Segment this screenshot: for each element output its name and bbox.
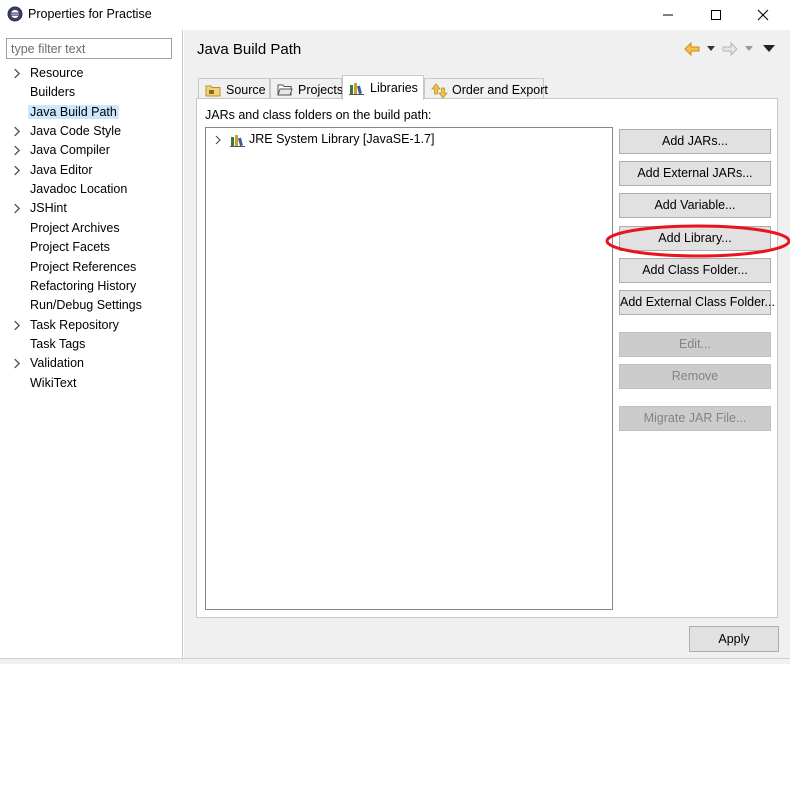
jre-library-icon <box>230 135 245 147</box>
edit-button[interactable]: Edit... <box>619 332 771 357</box>
dialog-bottom-edge <box>0 658 790 664</box>
sidebar-item-label: Project Facets <box>30 240 110 255</box>
close-icon <box>757 9 769 21</box>
sidebar-item-label: Java Editor <box>30 162 93 177</box>
source-folder-icon <box>205 85 221 97</box>
title-bar: Properties for Practise <box>0 0 790 30</box>
sidebar-item-java-editor[interactable]: Java Editor <box>0 161 182 180</box>
add-variable-button[interactable]: Add Variable... <box>619 193 771 218</box>
sidebar-item-label: Builders <box>30 85 76 100</box>
chevron-right-icon[interactable] <box>13 320 22 331</box>
add-class-folder-button[interactable]: Add Class Folder... <box>619 258 771 283</box>
sidebar-item-label: WikiText <box>30 375 77 390</box>
tab-label: Projects <box>298 83 344 97</box>
minimize-icon <box>663 14 673 16</box>
filter-input[interactable] <box>6 38 172 59</box>
sidebar-item-label: Java Compiler <box>30 143 110 158</box>
sidebar-item-task-repository[interactable]: Task Repository <box>0 316 182 335</box>
library-label: JRE System Library [JavaSE-1.7] <box>249 132 435 146</box>
sidebar-item-resource[interactable]: Resource <box>0 64 182 83</box>
migrate-jar-button[interactable]: Migrate JAR File... <box>619 406 771 431</box>
sidebar-item-label: Task Tags <box>30 336 86 351</box>
minimize-button[interactable] <box>645 0 691 30</box>
sidebar-item-wikitext[interactable]: WikiText <box>0 374 182 393</box>
sidebar-item-label: Validation <box>30 356 84 371</box>
forward-dropdown-icon <box>745 46 753 51</box>
sidebar-item-label: Project References <box>30 259 137 274</box>
tab-label: Source <box>226 83 266 97</box>
sidebar-item-validation[interactable]: Validation <box>0 354 182 373</box>
chevron-right-icon[interactable] <box>13 126 22 137</box>
sidebar-item-label: Project Archives <box>30 220 120 235</box>
add-library-button[interactable]: Add Library... <box>619 226 771 251</box>
properties-dialog: Properties for Practise Resource Builders… <box>0 0 790 664</box>
sidebar-item-label: Java Code Style <box>30 124 122 139</box>
sidebar-item-label: JSHint <box>30 201 67 216</box>
back-arrow-icon[interactable] <box>684 42 700 56</box>
maximize-icon <box>711 10 721 20</box>
sidebar-item-project-references[interactable]: Project References <box>0 258 182 277</box>
sidebar-item-label: Run/Debug Settings <box>30 298 142 313</box>
tab-source[interactable]: Source <box>198 78 270 100</box>
chevron-right-icon[interactable] <box>13 145 22 156</box>
remove-button[interactable]: Remove <box>619 364 771 389</box>
order-export-icon <box>431 83 448 99</box>
sidebar-item-label: Javadoc Location <box>30 182 128 197</box>
tab-label: Order and Export <box>452 83 548 97</box>
sidebar-item-refactoring-history[interactable]: Refactoring History <box>0 277 182 296</box>
add-jars-button[interactable]: Add JARs... <box>619 129 771 154</box>
tab-libraries[interactable]: Libraries <box>342 75 424 100</box>
libraries-icon <box>349 83 364 95</box>
sidebar-item-jshint[interactable]: JSHint <box>0 199 182 218</box>
sidebar-item-label: Refactoring History <box>30 278 137 293</box>
page-content-pane: Java Build Path Source Projects Librarie… <box>184 30 790 658</box>
chevron-right-icon[interactable] <box>13 358 22 369</box>
chevron-right-icon[interactable] <box>13 203 22 214</box>
sidebar-item-java-compiler[interactable]: Java Compiler <box>0 141 182 160</box>
build-path-label: JARs and class folders on the build path… <box>205 108 432 122</box>
tab-projects[interactable]: Projects <box>270 78 344 100</box>
tab-label: Libraries <box>370 81 418 95</box>
add-external-jars-button[interactable]: Add External JARs... <box>619 161 771 186</box>
libraries-tree[interactable]: JRE System Library [JavaSE-1.7] <box>205 127 613 610</box>
maximize-button[interactable] <box>693 0 739 30</box>
window-title: Properties for Practise <box>28 7 152 21</box>
sidebar-item-project-archives[interactable]: Project Archives <box>0 219 182 238</box>
library-row[interactable]: JRE System Library [JavaSE-1.7] <box>206 131 612 149</box>
sidebar-item-builders[interactable]: Builders <box>0 83 182 102</box>
sidebar-item-run-debug-settings[interactable]: Run/Debug Settings <box>0 296 182 315</box>
tab-order-export[interactable]: Order and Export <box>424 78 548 100</box>
property-pages-pane: Resource Builders Java Build Path Java Code… <box>0 30 183 658</box>
chevron-right-icon[interactable] <box>215 135 222 145</box>
sidebar-item-java-build-path[interactable]: Java Build Path <box>0 103 182 122</box>
chevron-right-icon[interactable] <box>13 68 22 79</box>
sidebar-item-label: Task Repository <box>30 317 119 332</box>
sidebar-item-project-facets[interactable]: Project Facets <box>0 238 182 257</box>
apply-button[interactable]: Apply <box>689 626 779 652</box>
sidebar-item-label: Resource <box>30 66 84 80</box>
forward-arrow-icon <box>722 42 738 56</box>
page-title: Java Build Path <box>197 41 302 58</box>
close-button[interactable] <box>740 0 786 30</box>
sidebar-item-label: Java Build Path <box>28 104 119 119</box>
chevron-right-icon[interactable] <box>13 165 22 176</box>
sidebar-item-task-tags[interactable]: Task Tags <box>0 335 182 354</box>
view-menu-icon[interactable] <box>763 45 775 53</box>
libraries-tab-panel: JARs and class folders on the build path… <box>196 98 790 618</box>
sidebar-item-java-code-style[interactable]: Java Code Style <box>0 122 182 141</box>
add-external-class-folder-button[interactable]: Add External Class Folder... <box>619 290 775 315</box>
eclipse-icon <box>7 6 23 22</box>
back-dropdown-icon[interactable] <box>707 46 715 52</box>
navigation-toolbar <box>684 40 784 60</box>
sidebar-item-javadoc-location[interactable]: Javadoc Location <box>0 180 182 199</box>
projects-folder-icon <box>277 84 293 96</box>
